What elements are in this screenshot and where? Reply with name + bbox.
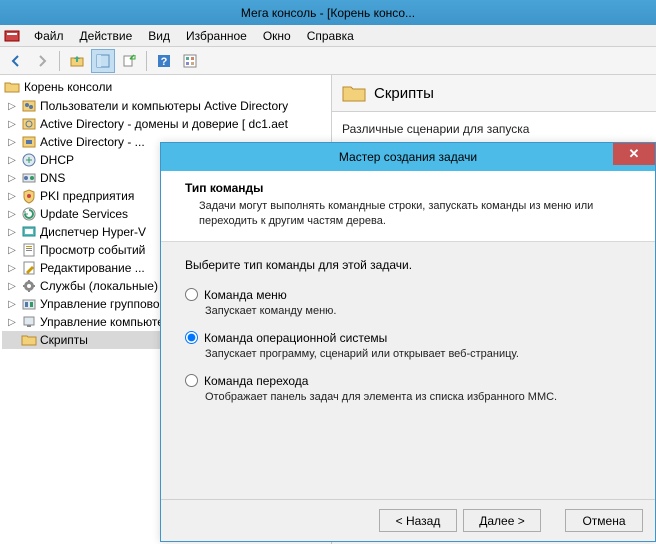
- toolbar: ?: [0, 47, 656, 75]
- tree-item-label: Active Directory - домены и доверие [ dc…: [40, 117, 288, 131]
- dialog-header: Тип команды Задачи могут выполнять коман…: [161, 171, 655, 242]
- tree-item-label: Просмотр событий: [40, 243, 145, 257]
- radio-label: Команда операционной системы: [204, 331, 387, 345]
- ad-sites-icon: [21, 134, 37, 150]
- nav-back-button[interactable]: [4, 49, 28, 73]
- radio-description: Запускает команду меню.: [185, 305, 631, 317]
- tree-expander[interactable]: ▷: [6, 281, 18, 292]
- radio-input[interactable]: [185, 374, 198, 387]
- window-title: Мега консоль - [Корень консо...: [241, 6, 415, 20]
- radio-row[interactable]: Команда операционной системы: [185, 331, 631, 345]
- menu-favorites[interactable]: Избранное: [178, 27, 255, 45]
- folder-icon: [4, 79, 20, 95]
- tree-expander[interactable]: ▷: [6, 119, 18, 130]
- toolbar-separator: [59, 51, 60, 71]
- dialog-body: Выберите тип команды для этой задачи. Ко…: [161, 242, 655, 522]
- menu-window[interactable]: Окно: [255, 27, 299, 45]
- gpo-edit-icon: [21, 260, 37, 276]
- close-icon: ✕: [629, 146, 640, 162]
- events-icon: [21, 242, 37, 258]
- ad-domains-icon: [21, 116, 37, 132]
- tree-expander[interactable]: ▷: [6, 299, 18, 310]
- tree-expander[interactable]: ▷: [6, 137, 18, 148]
- tree-item-label: DHCP: [40, 153, 74, 167]
- folder-icon: [21, 332, 37, 348]
- tree-item-label: PKI предприятия: [40, 189, 134, 203]
- dialog-close-button[interactable]: ✕: [613, 143, 655, 165]
- menubar: Файл Действие Вид Избранное Окно Справка: [0, 25, 656, 47]
- radio-description: Отображает панель задач для элемента из …: [185, 391, 631, 403]
- radio-description: Запускает программу, сценарий или открыв…: [185, 348, 631, 360]
- tree-item-label: DNS: [40, 171, 65, 185]
- folder-icon: [342, 83, 366, 103]
- radio-label: Команда перехода: [204, 374, 308, 388]
- help-button[interactable]: ?: [152, 49, 176, 73]
- tree-root-label: Корень консоли: [24, 80, 112, 94]
- dialog-title: Мастер создания задачи: [339, 150, 477, 164]
- right-panel-title: Скрипты: [374, 85, 434, 102]
- tree-expander[interactable]: ▷: [6, 209, 18, 220]
- tree-expander[interactable]: ▷: [6, 191, 18, 202]
- tree-item-label: Службы (локальные): [40, 279, 158, 293]
- tree-item-label: Диспетчер Hyper-V: [40, 225, 146, 239]
- dialog-footer: < Назад Далее > Отмена: [161, 499, 655, 541]
- menu-view[interactable]: Вид: [140, 27, 178, 45]
- tree-expander[interactable]: ▷: [6, 227, 18, 238]
- tree-item-label: Update Services: [40, 207, 128, 221]
- radio-input[interactable]: [185, 331, 198, 344]
- radio-row[interactable]: Команда меню: [185, 288, 631, 302]
- menu-file[interactable]: Файл: [26, 27, 72, 45]
- tree-item-label: Редактирование ...: [40, 261, 145, 275]
- nav-forward-button[interactable]: [30, 49, 54, 73]
- up-folder-button[interactable]: [65, 49, 89, 73]
- dhcp-icon: [21, 152, 37, 168]
- services-icon: [21, 278, 37, 294]
- updates-icon: [21, 206, 37, 222]
- radio-row[interactable]: Команда перехода: [185, 374, 631, 388]
- export-button[interactable]: [117, 49, 141, 73]
- tree-expander[interactable]: ▷: [6, 263, 18, 274]
- tree-expander[interactable]: ▷: [6, 101, 18, 112]
- cancel-button[interactable]: Отмена: [565, 509, 643, 532]
- tree-item[interactable]: ▷ Active Directory - домены и доверие [ d…: [2, 115, 329, 133]
- tree-expander[interactable]: ▷: [6, 245, 18, 256]
- tree-root[interactable]: Корень консоли: [2, 77, 329, 97]
- dialog-header-description: Задачи могут выполнять командные строки,…: [185, 199, 639, 229]
- radio-option: Команда меню Запускает команду меню.: [185, 288, 631, 317]
- right-panel-header: Скрипты: [332, 75, 656, 112]
- app-icon: [4, 28, 20, 44]
- window-titlebar: Мега консоль - [Корень консо...: [0, 0, 656, 25]
- gpo-mgmt-icon: [21, 296, 37, 312]
- ad-users-icon: [21, 98, 37, 114]
- dns-icon: [21, 170, 37, 186]
- tree-expander[interactable]: ▷: [6, 173, 18, 184]
- tree-item-label: Active Directory - ...: [40, 135, 145, 149]
- tree-item[interactable]: ▷ Пользователи и компьютеры Active Direct…: [2, 97, 329, 115]
- svg-text:?: ?: [161, 56, 168, 68]
- radio-label: Команда меню: [204, 288, 287, 302]
- back-button[interactable]: < Назад: [379, 509, 457, 532]
- hyperv-icon: [21, 224, 37, 240]
- tree-expander[interactable]: ▷: [6, 317, 18, 328]
- dialog-prompt: Выберите тип команды для этой задачи.: [185, 258, 631, 272]
- radio-input[interactable]: [185, 288, 198, 301]
- pki-icon: [21, 188, 37, 204]
- radio-option: Команда перехода Отображает панель задач …: [185, 374, 631, 403]
- show-tree-button[interactable]: [91, 49, 115, 73]
- right-panel-description: Различные сценарии для запуска: [332, 112, 656, 140]
- tree-item-label: Пользователи и компьютеры Active Directo…: [40, 99, 288, 113]
- options-button[interactable]: [178, 49, 202, 73]
- toolbar-separator: [146, 51, 147, 71]
- menu-action[interactable]: Действие: [72, 27, 141, 45]
- tree-item-label: Скрипты: [40, 333, 88, 347]
- dialog-header-title: Тип команды: [185, 181, 639, 195]
- wizard-dialog: Мастер создания задачи ✕ Тип команды Зад…: [160, 142, 656, 542]
- tree-expander[interactable]: ▷: [6, 155, 18, 166]
- menu-help[interactable]: Справка: [299, 27, 362, 45]
- dialog-titlebar[interactable]: Мастер создания задачи ✕: [161, 143, 655, 171]
- next-button[interactable]: Далее >: [463, 509, 541, 532]
- radio-option: Команда операционной системы Запускает пр…: [185, 331, 631, 360]
- computer-mgmt-icon: [21, 314, 37, 330]
